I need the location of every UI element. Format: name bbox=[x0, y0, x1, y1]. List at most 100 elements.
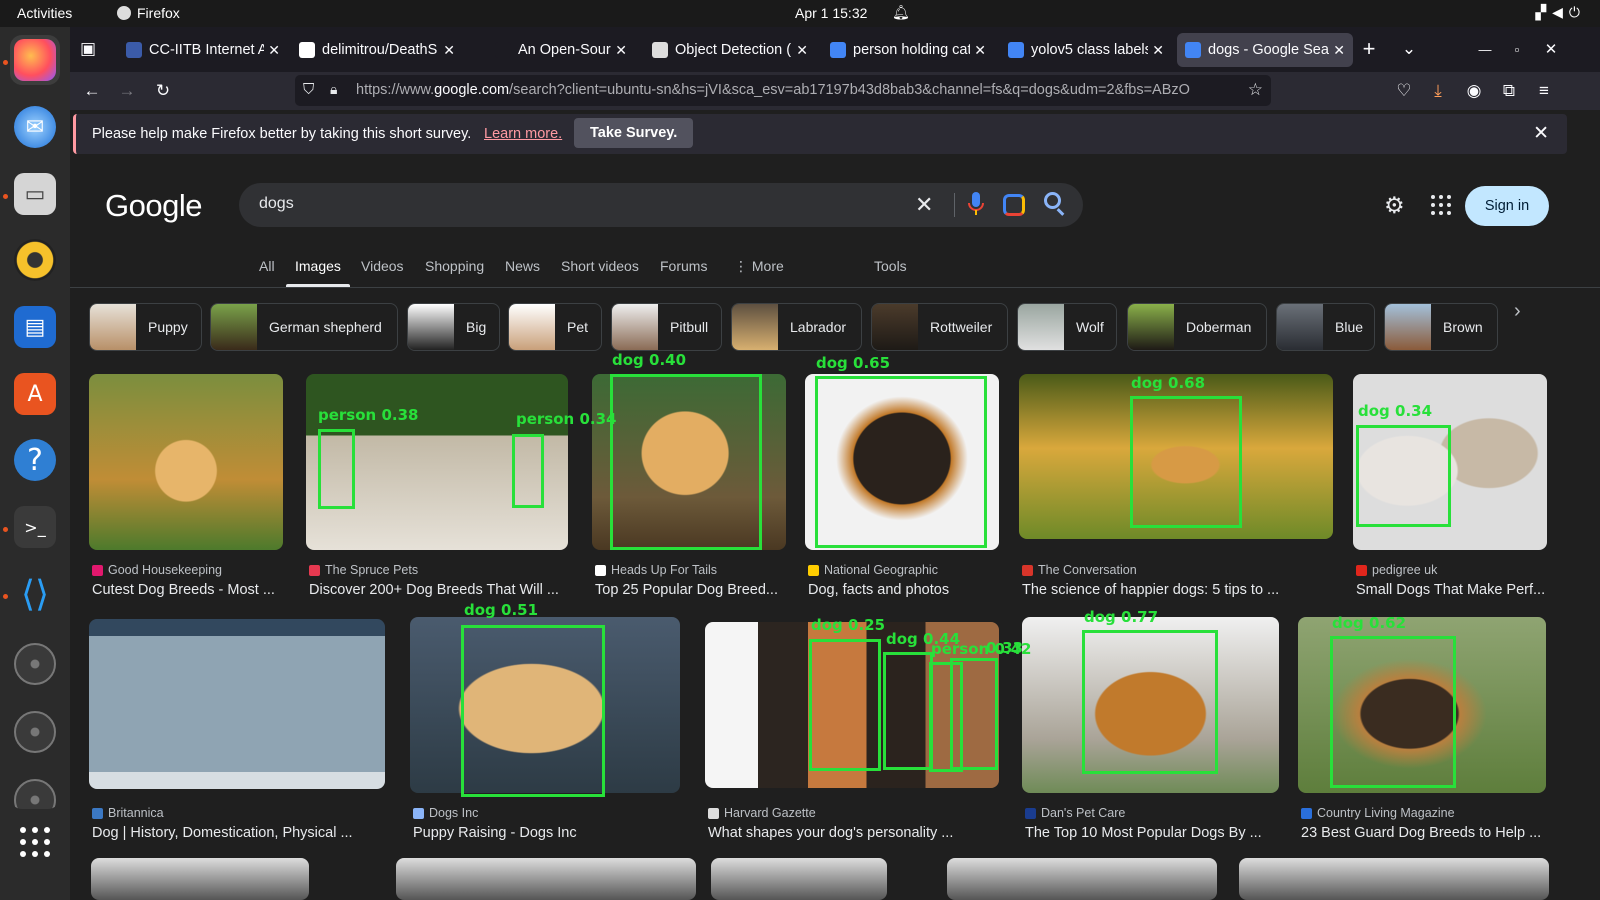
restore-button[interactable]: ▫ bbox=[1503, 36, 1531, 62]
browser-tab[interactable]: CC-IITB Internet Ac ✕ bbox=[118, 33, 288, 67]
lock-icon[interactable]: 🔒︎ bbox=[330, 81, 337, 98]
clock[interactable]: Apr 1 15:32 bbox=[795, 5, 867, 21]
browser-tab[interactable]: Object Detection (✕ bbox=[644, 33, 816, 67]
result-title[interactable]: The Top 10 Most Popular Dogs By ... bbox=[1025, 825, 1282, 841]
result-thumbnail[interactable] bbox=[947, 858, 1217, 900]
close-tab-icon[interactable]: ✕ bbox=[1333, 42, 1345, 59]
result-source[interactable]: Dogs Inc bbox=[413, 806, 478, 820]
new-tab-button[interactable]: + bbox=[1355, 36, 1383, 62]
url-bar[interactable]: ⛉ 🔒︎ https://www.google.com/search?clien… bbox=[295, 75, 1271, 106]
result-source[interactable]: The Spruce Pets bbox=[309, 563, 418, 577]
dock-disc-2[interactable] bbox=[10, 707, 60, 757]
search-input[interactable]: dogs bbox=[259, 195, 294, 213]
result-thumbnail[interactable] bbox=[711, 858, 887, 900]
tab-overview-icon[interactable]: ▣ bbox=[74, 36, 102, 62]
chip-wolf[interactable]: Wolf bbox=[1017, 303, 1117, 351]
close-tab-icon[interactable]: ✕ bbox=[796, 42, 808, 59]
result-title[interactable]: 23 Best Guard Dog Breeds to Help ... bbox=[1301, 825, 1549, 841]
tab-forums[interactable]: Forums bbox=[660, 258, 707, 274]
system-tray[interactable]: ▞◀⏻ bbox=[1535, 4, 1586, 21]
result-thumbnail[interactable] bbox=[91, 858, 309, 900]
chip-blue[interactable]: Blue bbox=[1276, 303, 1375, 351]
dock-files[interactable]: ▭ bbox=[10, 169, 60, 219]
clear-search-icon[interactable]: ✕ bbox=[915, 192, 933, 218]
dock-thunderbird[interactable]: ✉ bbox=[10, 102, 60, 152]
tab-images[interactable]: Images bbox=[295, 258, 341, 274]
tab-shopping[interactable]: Shopping bbox=[425, 258, 484, 274]
account-icon[interactable]: ◉ bbox=[1460, 78, 1488, 104]
result-title[interactable]: Top 25 Popular Dog Breed... bbox=[595, 582, 789, 598]
browser-tab[interactable]: yolov5 class labels ✕ bbox=[1000, 33, 1172, 67]
learn-more-link[interactable]: Learn more. bbox=[484, 126, 562, 142]
sign-in-button[interactable]: Sign in bbox=[1465, 186, 1549, 226]
pocket-icon[interactable]: ♡ bbox=[1390, 78, 1418, 104]
bookmark-star-icon[interactable]: ☆ bbox=[1248, 80, 1263, 100]
browser-tab[interactable]: delimitrou/DeathS ✕ bbox=[291, 33, 463, 67]
close-tab-icon[interactable]: ✕ bbox=[268, 42, 280, 59]
settings-gear-icon[interactable]: ⚙ bbox=[1384, 192, 1405, 219]
minimize-button[interactable]: — bbox=[1471, 36, 1499, 62]
close-tab-icon[interactable]: ✕ bbox=[1152, 42, 1164, 59]
result-source[interactable]: Country Living Magazine bbox=[1301, 806, 1455, 820]
dock-vscode[interactable]: ⟨⟩ bbox=[10, 569, 60, 619]
google-apps-icon[interactable] bbox=[1431, 195, 1451, 215]
extensions-icon[interactable]: ⧉ bbox=[1495, 78, 1523, 104]
reload-icon[interactable]: ↻ bbox=[149, 78, 177, 104]
chip-rottweiler[interactable]: Rottweiler bbox=[871, 303, 1008, 351]
menu-icon[interactable]: ≡ bbox=[1530, 78, 1558, 104]
chip-labrador[interactable]: Labrador bbox=[731, 303, 862, 351]
dock-terminal[interactable]: >_ bbox=[10, 502, 60, 552]
google-logo[interactable]: Google bbox=[105, 188, 202, 224]
forward-icon[interactable]: → bbox=[113, 78, 141, 104]
chip-pitbull[interactable]: Pitbull bbox=[611, 303, 722, 351]
tab-more[interactable]: ⋮ More bbox=[734, 258, 784, 275]
dock-app-center[interactable]: A bbox=[10, 369, 60, 419]
result-title[interactable]: Cutest Dog Breeds - Most ... bbox=[92, 582, 286, 598]
tab-news[interactable]: News bbox=[505, 258, 540, 274]
dock-writer[interactable]: ▤ bbox=[10, 302, 60, 352]
result-source[interactable]: Dan's Pet Care bbox=[1025, 806, 1125, 820]
chevron-right-icon[interactable]: › bbox=[1514, 300, 1521, 323]
result-source[interactable]: Harvard Gazette bbox=[708, 806, 816, 820]
result-title[interactable]: Small Dogs That Make Perf... bbox=[1356, 582, 1550, 598]
close-survey-icon[interactable]: ✕ bbox=[1533, 122, 1549, 145]
close-window-button[interactable]: ✕ bbox=[1537, 36, 1565, 62]
result-title[interactable]: The science of happier dogs: 5 tips to .… bbox=[1022, 582, 1336, 598]
result-source[interactable]: Heads Up For Tails bbox=[595, 563, 717, 577]
result-title[interactable]: Discover 200+ Dog Breeds That Will ... bbox=[309, 582, 571, 598]
back-icon[interactable]: ← bbox=[78, 78, 106, 104]
show-apps-icon[interactable] bbox=[20, 827, 50, 857]
result-title[interactable]: Dog, facts and photos bbox=[808, 582, 1002, 598]
result-title[interactable]: Dog | History, Domestication, Physical .… bbox=[92, 825, 388, 841]
list-all-tabs-icon[interactable]: ⌄ bbox=[1395, 36, 1423, 62]
google-lens-icon[interactable] bbox=[1003, 194, 1025, 216]
result-source[interactable]: The Conversation bbox=[1022, 563, 1137, 577]
tab-short-videos[interactable]: Short videos bbox=[561, 258, 639, 274]
search-box[interactable]: dogs ✕ bbox=[239, 183, 1083, 227]
search-icon[interactable] bbox=[1044, 192, 1061, 209]
chip-puppy[interactable]: Puppy bbox=[89, 303, 202, 351]
result-source[interactable]: Good Housekeeping bbox=[92, 563, 222, 577]
dock-help[interactable]: ? bbox=[10, 435, 60, 485]
voice-search-icon[interactable] bbox=[967, 191, 985, 217]
chip-pet[interactable]: Pet bbox=[508, 303, 602, 351]
tab-all[interactable]: All bbox=[259, 258, 275, 274]
close-tab-icon[interactable]: ✕ bbox=[443, 42, 455, 59]
result-title[interactable]: Puppy Raising - Dogs Inc bbox=[413, 825, 683, 841]
tools-button[interactable]: Tools bbox=[874, 258, 907, 274]
chip-doberman[interactable]: Doberman bbox=[1127, 303, 1267, 351]
dock-rhythmbox[interactable] bbox=[10, 235, 60, 285]
result-thumbnail[interactable] bbox=[396, 858, 696, 900]
browser-tab[interactable]: dogs - Google Sear ✕ bbox=[1177, 33, 1353, 67]
dock-disc-3[interactable] bbox=[10, 775, 60, 809]
browser-tab[interactable]: person holding cat ✕ bbox=[822, 33, 994, 67]
close-tab-icon[interactable]: ✕ bbox=[615, 42, 627, 59]
chip-big[interactable]: Big bbox=[407, 303, 500, 351]
close-tab-icon[interactable]: ✕ bbox=[974, 42, 986, 59]
result-source[interactable]: National Geographic bbox=[808, 563, 938, 577]
take-survey-button[interactable]: Take Survey. bbox=[574, 118, 694, 148]
result-title[interactable]: What shapes your dog's personality ... bbox=[708, 825, 1002, 841]
result-thumbnail[interactable] bbox=[89, 374, 283, 550]
shield-icon[interactable]: ⛉ bbox=[303, 81, 314, 98]
result-source[interactable]: pedigree uk bbox=[1356, 563, 1437, 577]
